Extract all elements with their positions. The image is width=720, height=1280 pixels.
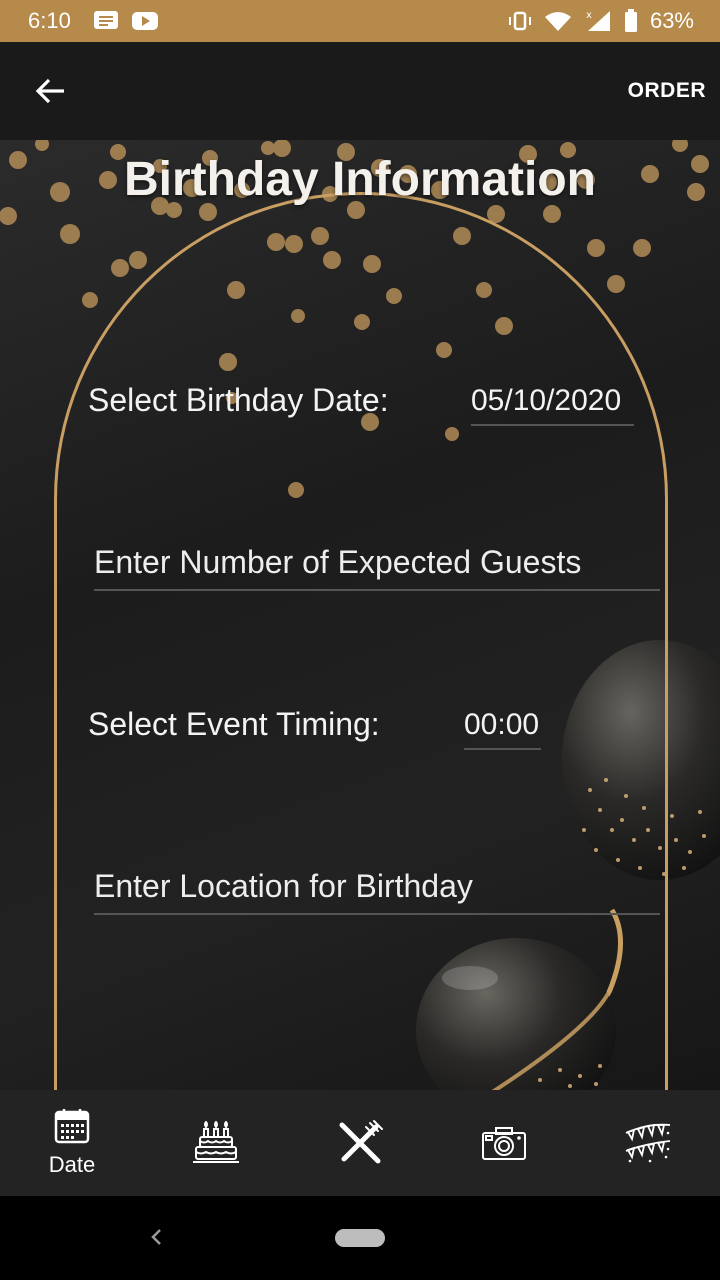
status-time: 6:10 bbox=[28, 8, 71, 33]
camera-icon bbox=[482, 1127, 526, 1160]
expected-guests-input[interactable]: Enter Number of Expected Guests bbox=[94, 544, 660, 591]
nav-item-decoration[interactable] bbox=[576, 1090, 720, 1196]
youtube-icon bbox=[131, 10, 159, 32]
app-bar: ORDER bbox=[0, 42, 720, 140]
cake-icon bbox=[193, 1121, 239, 1163]
nav-item-date[interactable]: Date bbox=[0, 1090, 144, 1196]
battery-icon bbox=[624, 9, 638, 33]
arrow-left-icon bbox=[35, 78, 64, 104]
utensils-icon bbox=[339, 1120, 383, 1164]
status-notification-icons bbox=[93, 10, 159, 32]
message-icon bbox=[93, 10, 119, 32]
svg-text:x: x bbox=[586, 10, 592, 21]
bottom-nav: Date bbox=[0, 1090, 720, 1196]
nav-item-cake[interactable] bbox=[144, 1090, 288, 1196]
birthday-date-picker[interactable]: 05/10/2020 bbox=[471, 384, 634, 426]
nav-label-date: Date bbox=[48, 1152, 96, 1177]
status-bar: 6:10 x 63% bbox=[0, 0, 720, 42]
system-back-icon[interactable] bbox=[145, 1222, 169, 1252]
order-button[interactable]: ORDER bbox=[628, 71, 706, 111]
battery-percent: 63% bbox=[649, 8, 694, 33]
system-home-pill[interactable] bbox=[335, 1229, 385, 1247]
gold-arch-frame bbox=[54, 192, 668, 1090]
wifi-icon bbox=[544, 10, 572, 32]
event-timing-label: Select Event Timing: bbox=[88, 706, 380, 742]
nav-item-food[interactable] bbox=[288, 1090, 432, 1196]
signal-icon: x bbox=[584, 9, 612, 33]
event-timing-picker[interactable]: 00:00 bbox=[464, 708, 541, 750]
birthday-form-area: Birthday Information Select Birthday Dat… bbox=[0, 140, 720, 1090]
vibrate-icon bbox=[508, 10, 532, 32]
nav-item-photo[interactable] bbox=[432, 1090, 576, 1196]
bunting-icon bbox=[625, 1123, 671, 1163]
status-system-icons: x 63% bbox=[508, 8, 694, 34]
page-title: Birthday Information bbox=[123, 153, 596, 206]
calendar-icon bbox=[54, 1109, 90, 1144]
back-button[interactable] bbox=[30, 71, 70, 111]
system-nav-bar bbox=[0, 1196, 720, 1280]
birthday-location-input[interactable]: Enter Location for Birthday bbox=[94, 868, 660, 915]
birthday-date-label: Select Birthday Date: bbox=[88, 382, 389, 418]
